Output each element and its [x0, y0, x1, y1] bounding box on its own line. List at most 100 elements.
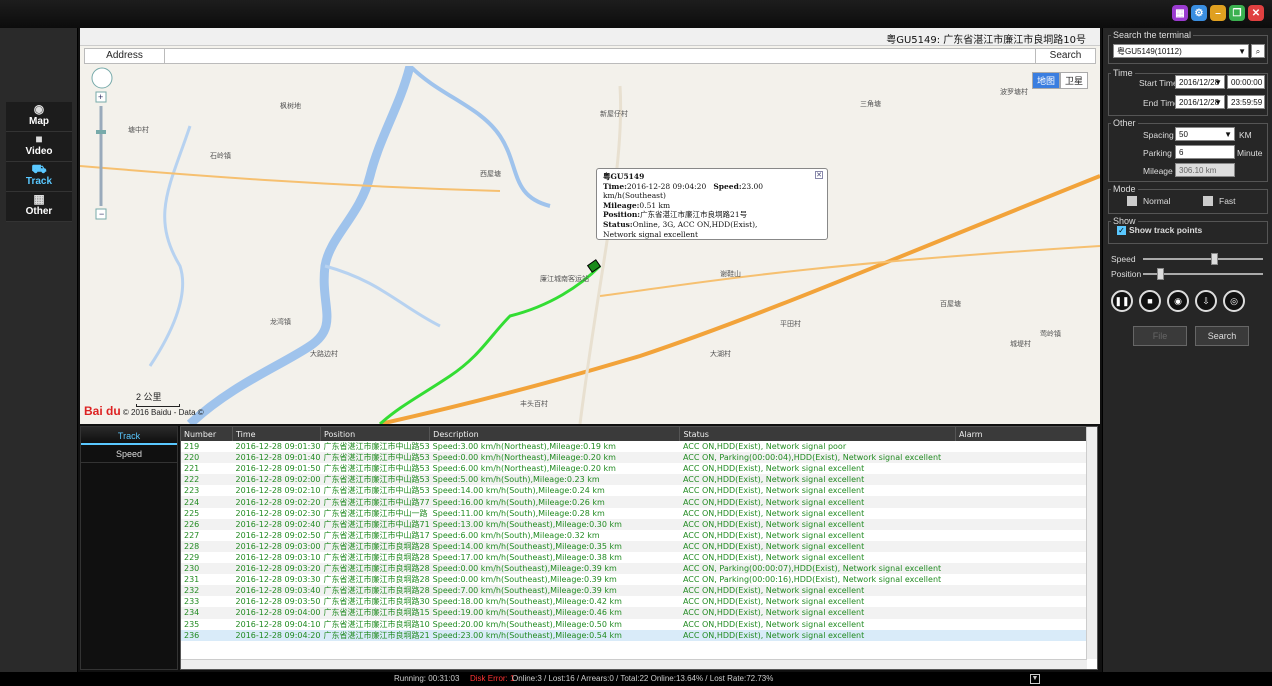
mode-normal-radio[interactable] [1127, 196, 1137, 206]
horizontal-scrollbar[interactable] [181, 659, 1087, 669]
position-slider[interactable] [1143, 268, 1263, 280]
table-row[interactable]: 224 2016-12-28 09:02:20 广东省湛江市廉江市中山路77 Spee… [181, 496, 1087, 508]
table-cell: 2016-12-28 09:03:10 [235, 552, 321, 562]
table-cell: ACC ON,HDD(Exist), Network signal excell… [682, 619, 865, 629]
table-row[interactable]: 219 2016-12-28 09:01:30 广东省湛江市廉江市中山路53 Spee… [181, 441, 1087, 452]
svg-text:−: − [99, 209, 104, 219]
table-cell: ACC ON,HDD(Exist), Network signal excell… [682, 508, 865, 518]
table-cell: Speed:0.00 km/h(Southeast),Mileage:0.39 … [432, 575, 617, 585]
tab-track[interactable]: Track [81, 427, 177, 445]
table-row[interactable]: 228 2016-12-28 09:03:00 广东省湛江市廉江市良垌路28 Spee… [181, 540, 1087, 552]
map-type-map[interactable]: 地图 [1031, 72, 1060, 89]
spacing-select[interactable]: 50 ▼ [1175, 127, 1235, 141]
table-row[interactable]: 231 2016-12-28 09:03:30 广东省湛江市廉江市良垌路28 Spee… [181, 574, 1087, 585]
restore-icon[interactable]: ❐ [1229, 5, 1245, 21]
search-icon[interactable]: ⌕ [1251, 44, 1265, 58]
table-cell [956, 530, 1087, 541]
column-header[interactable]: Alarm [955, 427, 1087, 441]
nav-item-track[interactable]: ⛟ Track [6, 162, 72, 192]
car-icon: ⛟ [31, 162, 47, 176]
table-cell [956, 552, 1087, 563]
nav-item-other[interactable]: ▦ Other [6, 192, 72, 222]
position-slider-handle[interactable] [1156, 268, 1164, 280]
parking-label: Parking [1143, 148, 1172, 158]
table-row[interactable]: 226 2016-12-28 09:02:40 广东省湛江市廉江市中山路71 Spee… [181, 518, 1087, 530]
table-cell: Speed:3.00 km/h(Northeast),Mileage:0.19 … [432, 442, 616, 452]
table-row[interactable]: 236 2016-12-28 09:04:20 广东省湛江市廉江市良垌路21 Spee… [181, 629, 1087, 641]
column-header[interactable]: Position [320, 427, 431, 441]
end-date-picker[interactable]: 2016/12/28 ▼ [1175, 95, 1225, 109]
table-cell: 222 [181, 474, 233, 486]
zoom-handle[interactable] [96, 130, 106, 134]
pan-control[interactable] [91, 67, 113, 89]
map-pin-icon: ◉ [33, 102, 45, 116]
spacing-value: 50 [1179, 130, 1188, 139]
mode-fast-radio[interactable] [1203, 196, 1213, 206]
terminal-select[interactable]: 粤GU5149(10112) ▼ [1113, 44, 1249, 58]
start-date-picker[interactable]: 2016/12/28 ▼ [1175, 75, 1225, 89]
column-header[interactable]: Description [429, 427, 681, 441]
table-cell: ACC ON,HDD(Exist), Network signal excell… [682, 597, 865, 607]
close-icon[interactable]: ✕ [1248, 5, 1264, 21]
end-time-spinner[interactable]: 23:59:59 [1227, 95, 1265, 109]
table-cell [956, 619, 1087, 630]
table-cell [955, 452, 1087, 464]
table-row[interactable]: 232 2016-12-28 09:03:40 广东省湛江市廉江市良垌路28 Spee… [181, 585, 1087, 597]
start-time-spinner[interactable]: 00:00:00 [1227, 75, 1265, 89]
address-bar: Address Search [84, 48, 1096, 64]
running-time: Running: 00:31:03 [394, 674, 460, 683]
table-cell: 2016-12-28 09:03:20 [232, 563, 321, 575]
svg-text:三角塘: 三角塘 [860, 99, 881, 108]
stop-icon[interactable]: ■ [1139, 290, 1161, 312]
map-type-satellite[interactable]: 卫星 [1059, 72, 1088, 89]
grid-icon[interactable]: ▦ [1172, 5, 1188, 21]
table-row[interactable]: 235 2016-12-28 09:04:10 广东省湛江市廉江市良垌路10 Spee… [181, 619, 1087, 630]
search-button[interactable]: Search [1195, 326, 1249, 346]
vertical-scrollbar[interactable] [1086, 427, 1097, 659]
checkbox-checked-icon[interactable]: ✓ [1117, 226, 1126, 235]
export-icon[interactable]: ⇩ [1195, 290, 1217, 312]
column-header[interactable]: Status [679, 427, 957, 441]
pause-icon[interactable]: ❚❚ [1111, 290, 1133, 312]
file-button[interactable]: File [1133, 326, 1187, 346]
map-panel[interactable]: 粤GU5149: 广东省湛江市廉江市良垌路10号 Address Search … [80, 28, 1100, 424]
close-icon[interactable]: ✕ [815, 171, 823, 179]
table-row[interactable]: 223 2016-12-28 09:02:10 广东省湛江市廉江市中山路53 Spee… [181, 485, 1087, 496]
chevron-down-icon[interactable]: ▼ [1030, 674, 1040, 684]
nav-item-map[interactable]: ◉ Map [6, 102, 72, 132]
table-row[interactable]: 220 2016-12-28 09:01:40 广东省湛江市廉江市中山路53 Spee… [181, 452, 1087, 464]
settings-icon[interactable]: ⚙ [1191, 5, 1207, 21]
table-row[interactable]: 222 2016-12-28 09:02:00 广东省湛江市廉江市中山路53 Spee… [181, 474, 1087, 486]
table-cell: Speed:17.00 km/h(Southeast),Mileage:0.38… [432, 552, 622, 562]
spacing-unit: KM [1239, 130, 1252, 140]
title-bar: ▦ ⚙ – ❐ ✕ [0, 0, 1272, 28]
map-canvas[interactable]: 枫树地 石岭镇 塘中村 西屋塘 新屋仔村 三角塘 波罗塘村 大路边村 龙湾镇 丰… [80, 66, 1100, 424]
address-input[interactable] [167, 49, 1027, 63]
table-row[interactable]: 230 2016-12-28 09:03:20 广东省湛江市廉江市良垌路28 Spee… [181, 563, 1087, 575]
svg-text:+: + [98, 92, 103, 102]
nav-item-video[interactable]: ■ Video [6, 132, 72, 162]
table-row[interactable]: 234 2016-12-28 09:04:00 广东省湛江市廉江市良垌路15 Spee… [181, 607, 1087, 619]
table-row[interactable]: 225 2016-12-28 09:02:30 广东省湛江市廉江市中山一路 Speed… [181, 508, 1087, 519]
parking-input[interactable]: 6 [1175, 145, 1235, 159]
column-header[interactable]: Number [181, 427, 234, 441]
address-search-button[interactable]: Search [1035, 49, 1095, 63]
speed-slider[interactable] [1143, 253, 1263, 265]
table-cell [956, 596, 1087, 607]
table-row[interactable]: 233 2016-12-28 09:03:50 广东省湛江市廉江市良垌路30 Spee… [181, 596, 1087, 607]
table-cell: 广东省湛江市廉江市良垌路30 [323, 597, 430, 607]
svg-text:廉江城南客运站: 廉江城南客运站 [540, 274, 589, 283]
table-row[interactable]: 229 2016-12-28 09:03:10 广东省湛江市廉江市良垌路28 Spee… [181, 552, 1087, 563]
record-icon[interactable]: ◉ [1167, 290, 1189, 312]
tab-speed[interactable]: Speed [81, 445, 177, 463]
table-row[interactable]: 221 2016-12-28 09:01:50 广东省湛江市廉江市中山路53 Spee… [181, 463, 1087, 474]
minimize-icon[interactable]: – [1210, 5, 1226, 21]
show-track-points-label: Show track points [1129, 225, 1203, 235]
table-cell: 236 [181, 629, 233, 641]
baidu-logo: Bai du [84, 404, 121, 418]
column-header[interactable]: Time [232, 427, 321, 441]
target-icon[interactable]: ◎ [1223, 290, 1245, 312]
table-cell [956, 485, 1087, 496]
speed-slider-handle[interactable] [1210, 253, 1218, 265]
table-row[interactable]: 227 2016-12-28 09:02:50 广东省湛江市廉江市中山路17 Spee… [181, 530, 1087, 541]
